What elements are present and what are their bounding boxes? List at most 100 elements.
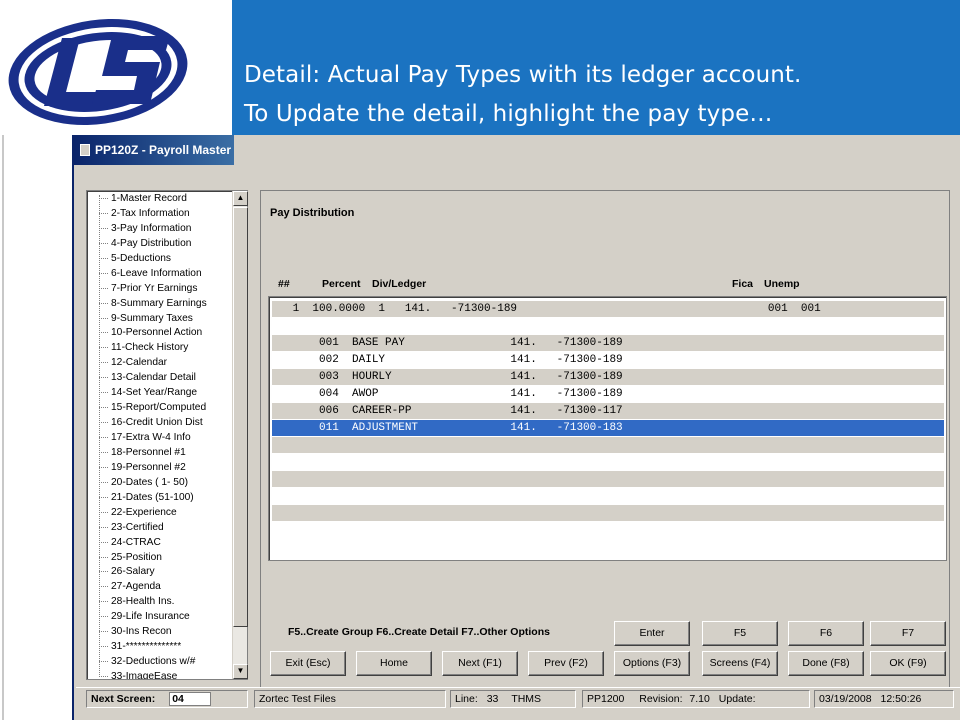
tree-item[interactable]: 13-Calendar Detail: [87, 370, 233, 385]
distribution-detail-row[interactable]: [272, 454, 944, 470]
scroll-thumb[interactable]: [233, 207, 248, 627]
next-button[interactable]: Next (F1): [442, 651, 518, 676]
line-label: Line:: [455, 693, 478, 705]
tree-item[interactable]: 9-Summary Taxes: [87, 311, 233, 326]
distribution-detail-row[interactable]: [272, 471, 944, 487]
tree-item[interactable]: 7-Prior Yr Earnings: [87, 281, 233, 296]
next-screen-input[interactable]: 04: [169, 692, 212, 706]
tree-item[interactable]: 18-Personnel #1: [87, 445, 233, 460]
next-screen-cell: Next Screen: 04: [86, 690, 248, 708]
distribution-detail-row[interactable]: 006 CAREER-PP 141. -71300-117: [272, 403, 944, 419]
distribution-detail-row[interactable]: 004 AWOP 141. -71300-189: [272, 386, 944, 402]
pay-distribution-panel: Pay Distribution ## Percent Div/Ledger F…: [260, 190, 950, 702]
tree-item[interactable]: 19-Personnel #2: [87, 460, 233, 475]
distribution-detail-row[interactable]: [272, 437, 944, 453]
revision-value: 7.10: [689, 693, 710, 705]
tree-item[interactable]: 1-Master Record: [87, 191, 233, 206]
tree-item[interactable]: 21-Dates (51-100): [87, 490, 233, 505]
payroll-master-window: PP120Z - Payroll Master 1-Master Record 2…: [72, 135, 960, 720]
datetime-cell: 03/19/2008 12:50:26: [814, 690, 954, 708]
scroll-down-icon[interactable]: ▼: [233, 664, 248, 679]
tree-item[interactable]: 27-Agenda: [87, 579, 233, 594]
tree-item[interactable]: 15-Report/Computed: [87, 400, 233, 415]
tree-scrollbar[interactable]: ▲ ▼: [232, 191, 248, 679]
col-header-percent: Percent: [322, 278, 361, 290]
f5-button[interactable]: F5: [702, 621, 778, 646]
tree-item[interactable]: 6-Leave Information: [87, 266, 233, 281]
tree-item[interactable]: 31-**************: [87, 639, 233, 654]
home-button[interactable]: Home: [356, 651, 432, 676]
tree-item[interactable]: 28-Health Ins.: [87, 594, 233, 609]
banner-line-2: To Update the detail, highlight the pay …: [244, 101, 773, 127]
distribution-detail-row[interactable]: 003 HOURLY 141. -71300-189: [272, 369, 944, 385]
col-header-unemp: Unemp: [764, 278, 800, 290]
screens-button[interactable]: Screens (F4): [702, 651, 778, 676]
program-cell: PP1200 Revision: 7.10 Update:: [582, 690, 810, 708]
enter-button[interactable]: Enter: [614, 621, 690, 646]
col-header-num: ##: [278, 278, 290, 290]
app-icon: [80, 144, 90, 156]
tree-item[interactable]: 24-CTRAC: [87, 535, 233, 550]
line-value: 33: [486, 693, 499, 705]
program-code: PP1200: [587, 693, 625, 705]
done-button[interactable]: Done (F8): [788, 651, 864, 676]
screen-tree-list: 1-Master Record 2-Tax Information 3-Pay In…: [87, 191, 233, 679]
tree-item[interactable]: 23-Certified: [87, 520, 233, 535]
distribution-detail-row[interactable]: [272, 488, 944, 504]
ok-button[interactable]: OK (F9): [870, 651, 946, 676]
tree-item[interactable]: 12-Calendar: [87, 355, 233, 370]
line-cell: Line: 33 THMS: [450, 690, 576, 708]
screen-tree: 1-Master Record 2-Tax Information 3-Pay In…: [86, 190, 248, 680]
f6-button[interactable]: F6: [788, 621, 864, 646]
revision-label: Revision:: [639, 693, 683, 705]
banner-line-1: Detail: Actual Pay Types with its ledger…: [244, 62, 802, 88]
status-time: 12:50:26: [880, 693, 922, 705]
options-button[interactable]: Options (F3): [614, 651, 690, 676]
distribution-detail-row[interactable]: 002 DAILY 141. -71300-189: [272, 352, 944, 368]
distribution-grid[interactable]: 1 100.0000 1 141. -71300-189 001 001 001…: [268, 296, 947, 561]
logo-icon: [8, 19, 188, 125]
tree-item[interactable]: 8-Summary Earnings: [87, 296, 233, 311]
tree-item[interactable]: 16-Credit Union Dist: [87, 415, 233, 430]
tree-item[interactable]: 14-Set Year/Range: [87, 385, 233, 400]
tree-item[interactable]: 20-Dates ( 1- 50): [87, 475, 233, 490]
f7-button[interactable]: F7: [870, 621, 946, 646]
exit-button[interactable]: Exit (Esc): [270, 651, 346, 676]
status-bar: Next Screen: 04 Zortec Test Files Line: 3…: [76, 687, 960, 709]
tree-item[interactable]: 32-Deductions w/#: [87, 654, 233, 669]
tree-item[interactable]: 25-Position: [87, 550, 233, 565]
col-header-fica: Fica: [732, 278, 754, 290]
distribution-group-row[interactable]: 1 100.0000 1 141. -71300-189 001 001: [272, 301, 944, 317]
distribution-detail-row[interactable]: 011 ADJUSTMENT 141. -71300-183: [272, 420, 944, 436]
tree-item[interactable]: 29-Life Insurance: [87, 609, 233, 624]
scroll-up-icon[interactable]: ▲: [233, 191, 248, 206]
tree-item[interactable]: 33-ImageEase: [87, 669, 233, 679]
window-title: PP120Z - Payroll Master: [95, 143, 232, 157]
company-logo: [0, 0, 232, 135]
status-date: 03/19/2008: [819, 693, 872, 705]
tree-item[interactable]: 5-Deductions: [87, 251, 233, 266]
update-label: Update:: [718, 693, 756, 705]
tree-item[interactable]: 17-Extra W-4 Info: [87, 430, 233, 445]
function-key-hint: F5..Create Group F6..Create Detail F7..O…: [288, 626, 550, 638]
tree-item[interactable]: 11-Check History: [87, 340, 233, 355]
company-name: Zortec Test Files: [254, 690, 446, 708]
distribution-detail-row[interactable]: [272, 318, 944, 334]
tree-item[interactable]: 2-Tax Information: [87, 206, 233, 221]
next-screen-label: Next Screen:: [91, 693, 156, 705]
tree-item[interactable]: 3-Pay Information: [87, 221, 233, 236]
distribution-detail-row[interactable]: [272, 522, 944, 538]
prev-button[interactable]: Prev (F2): [528, 651, 604, 676]
tree-item[interactable]: 30-Ins Recon: [87, 624, 233, 639]
distribution-detail-row[interactable]: 001 BASE PAY 141. -71300-189: [272, 335, 944, 351]
panel-title: Pay Distribution: [270, 207, 355, 219]
tree-item[interactable]: 26-Salary: [87, 564, 233, 579]
distribution-detail-row[interactable]: [272, 505, 944, 521]
window-toolbar-strip: [74, 165, 234, 191]
tree-item[interactable]: 10-Personnel Action: [87, 325, 233, 340]
user-code: THMS: [511, 693, 542, 705]
tree-item[interactable]: 4-Pay Distribution: [87, 236, 233, 251]
window-titlebar[interactable]: PP120Z - Payroll Master: [74, 135, 234, 165]
tree-item[interactable]: 22-Experience: [87, 505, 233, 520]
col-header-div-ledger: Div/Ledger: [372, 278, 427, 290]
